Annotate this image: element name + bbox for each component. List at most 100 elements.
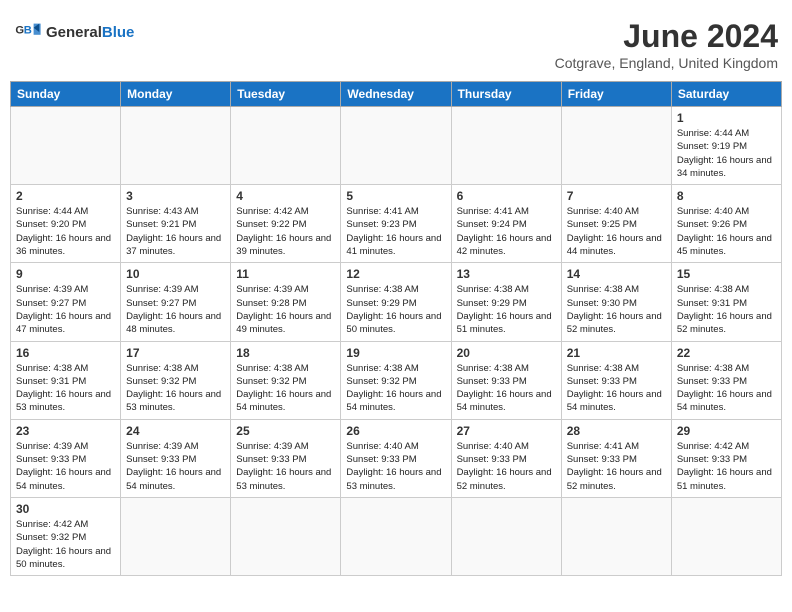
cal-cell: 17Sunrise: 4:38 AM Sunset: 9:32 PM Dayli… [121,341,231,419]
cal-cell: 11 Sunrise: 4:39 AM Sunset: 9:28 PM Dayli… [231,263,341,341]
cell-info: Sunrise: 4:41 AM Sunset: 9:23 PM Dayligh… [346,205,445,258]
week-row-2: 2Sunrise: 4:44 AM Sunset: 9:20 PM Daylig… [11,185,782,263]
week-row-5: 23 Sunrise: 4:39 AM Sunset: 9:33 PM Dayli… [11,419,782,497]
date-number: 4 [236,189,335,203]
svg-text:G: G [15,24,24,36]
cal-cell: 9Sunrise: 4:39 AM Sunset: 9:27 PM Daylig… [11,263,121,341]
day-header-sunday: Sunday [11,82,121,107]
cal-cell: 25Sunrise: 4:39 AM Sunset: 9:33 PM Dayli… [231,419,341,497]
logo-icon: G B [14,18,42,46]
cal-cell: 18 Sunrise: 4:38 AM Sunset: 9:32 PM Dayli… [231,341,341,419]
logo-text: GeneralBlue [46,24,134,41]
cal-cell [121,107,231,185]
week-row-3: 9Sunrise: 4:39 AM Sunset: 9:27 PM Daylig… [11,263,782,341]
cell-info: Sunrise: 4:40 AM Sunset: 9:33 PM Dayligh… [346,440,445,493]
cal-cell: 22 Sunrise: 4:38 AM Sunset: 9:33 PM Dayli… [671,341,781,419]
cal-cell: 16Sunrise: 4:38 AM Sunset: 9:31 PM Dayli… [11,341,121,419]
date-number: 21 [567,346,666,360]
day-header-tuesday: Tuesday [231,82,341,107]
cal-cell [341,107,451,185]
cal-cell: 23 Sunrise: 4:39 AM Sunset: 9:33 PM Dayli… [11,419,121,497]
cell-info: Sunrise: 4:39 AM Sunset: 9:28 PM Dayligh… [236,283,335,336]
date-number: 27 [457,424,556,438]
date-number: 25 [236,424,335,438]
cal-cell: 2Sunrise: 4:44 AM Sunset: 9:20 PM Daylig… [11,185,121,263]
cell-info: Sunrise: 4:38 AM Sunset: 9:32 PM Dayligh… [236,362,335,415]
cell-info: Sunrise: 4:38 AM Sunset: 9:30 PM Dayligh… [567,283,666,336]
date-number: 18 [236,346,335,360]
day-header-saturday: Saturday [671,82,781,107]
cal-cell: 15 Sunrise: 4:38 AM Sunset: 9:31 PM Dayli… [671,263,781,341]
date-number: 8 [677,189,776,203]
week-row-1: 1 Sunrise: 4:44 AM Sunset: 9:19 PM Daylig… [11,107,782,185]
cell-info: Sunrise: 4:42 AM Sunset: 9:33 PM Dayligh… [677,440,776,493]
cal-cell: 4 Sunrise: 4:42 AM Sunset: 9:22 PM Daylig… [231,185,341,263]
cal-cell [231,497,341,575]
date-number: 7 [567,189,666,203]
cal-cell: 1 Sunrise: 4:44 AM Sunset: 9:19 PM Daylig… [671,107,781,185]
cell-info: Sunrise: 4:39 AM Sunset: 9:33 PM Dayligh… [16,440,115,493]
cal-cell: 19Sunrise: 4:38 AM Sunset: 9:32 PM Dayli… [341,341,451,419]
cell-info: Sunrise: 4:43 AM Sunset: 9:21 PM Dayligh… [126,205,225,258]
cal-cell: 28 Sunrise: 4:41 AM Sunset: 9:33 PM Dayli… [561,419,671,497]
date-number: 6 [457,189,556,203]
cell-info: Sunrise: 4:42 AM Sunset: 9:32 PM Dayligh… [16,518,115,571]
date-number: 17 [126,346,225,360]
date-number: 13 [457,267,556,281]
cal-cell: 27Sunrise: 4:40 AM Sunset: 9:33 PM Dayli… [451,419,561,497]
date-number: 10 [126,267,225,281]
cal-cell [121,497,231,575]
cal-cell [451,107,561,185]
cell-info: Sunrise: 4:38 AM Sunset: 9:31 PM Dayligh… [677,283,776,336]
cell-info: Sunrise: 4:41 AM Sunset: 9:33 PM Dayligh… [567,440,666,493]
cal-cell [561,107,671,185]
cal-cell [561,497,671,575]
week-row-6: 30 Sunrise: 4:42 AM Sunset: 9:32 PM Dayli… [11,497,782,575]
cell-info: Sunrise: 4:38 AM Sunset: 9:33 PM Dayligh… [677,362,776,415]
cell-info: Sunrise: 4:41 AM Sunset: 9:24 PM Dayligh… [457,205,556,258]
date-number: 23 [16,424,115,438]
cal-cell: 10Sunrise: 4:39 AM Sunset: 9:27 PM Dayli… [121,263,231,341]
day-header-row: SundayMondayTuesdayWednesdayThursdayFrid… [11,82,782,107]
date-number: 11 [236,267,335,281]
cal-cell: 24Sunrise: 4:39 AM Sunset: 9:33 PM Dayli… [121,419,231,497]
date-number: 5 [346,189,445,203]
date-number: 14 [567,267,666,281]
svg-text:B: B [24,24,32,36]
cell-info: Sunrise: 4:38 AM Sunset: 9:33 PM Dayligh… [457,362,556,415]
cal-cell: 14 Sunrise: 4:38 AM Sunset: 9:30 PM Dayli… [561,263,671,341]
date-number: 28 [567,424,666,438]
day-header-monday: Monday [121,82,231,107]
cal-cell: 13 Sunrise: 4:38 AM Sunset: 9:29 PM Dayli… [451,263,561,341]
day-header-wednesday: Wednesday [341,82,451,107]
cal-cell [451,497,561,575]
calendar-table: SundayMondayTuesdayWednesdayThursdayFrid… [10,81,782,576]
logo: G B GeneralBlue [14,18,134,46]
cal-cell: 7Sunrise: 4:40 AM Sunset: 9:25 PM Daylig… [561,185,671,263]
day-header-thursday: Thursday [451,82,561,107]
cell-info: Sunrise: 4:44 AM Sunset: 9:19 PM Dayligh… [677,127,776,180]
cal-cell: 20 Sunrise: 4:38 AM Sunset: 9:33 PM Dayli… [451,341,561,419]
date-number: 12 [346,267,445,281]
date-number: 22 [677,346,776,360]
date-number: 1 [677,111,776,125]
cal-cell: 5 Sunrise: 4:41 AM Sunset: 9:23 PM Daylig… [341,185,451,263]
cell-info: Sunrise: 4:38 AM Sunset: 9:29 PM Dayligh… [457,283,556,336]
cell-info: Sunrise: 4:39 AM Sunset: 9:33 PM Dayligh… [126,440,225,493]
date-number: 26 [346,424,445,438]
cell-info: Sunrise: 4:42 AM Sunset: 9:22 PM Dayligh… [236,205,335,258]
cal-cell: 12Sunrise: 4:38 AM Sunset: 9:29 PM Dayli… [341,263,451,341]
cal-cell: 8Sunrise: 4:40 AM Sunset: 9:26 PM Daylig… [671,185,781,263]
cal-cell: 21Sunrise: 4:38 AM Sunset: 9:33 PM Dayli… [561,341,671,419]
date-number: 30 [16,502,115,516]
date-number: 15 [677,267,776,281]
cell-info: Sunrise: 4:38 AM Sunset: 9:31 PM Dayligh… [16,362,115,415]
cell-info: Sunrise: 4:44 AM Sunset: 9:20 PM Dayligh… [16,205,115,258]
cal-cell [231,107,341,185]
date-number: 20 [457,346,556,360]
month-title: June 2024 [555,18,778,55]
date-number: 19 [346,346,445,360]
cal-cell: 26 Sunrise: 4:40 AM Sunset: 9:33 PM Dayli… [341,419,451,497]
header: G B GeneralBlue June 2024 Cotgrave, Engl… [10,10,782,75]
cal-cell: 6 Sunrise: 4:41 AM Sunset: 9:24 PM Daylig… [451,185,561,263]
